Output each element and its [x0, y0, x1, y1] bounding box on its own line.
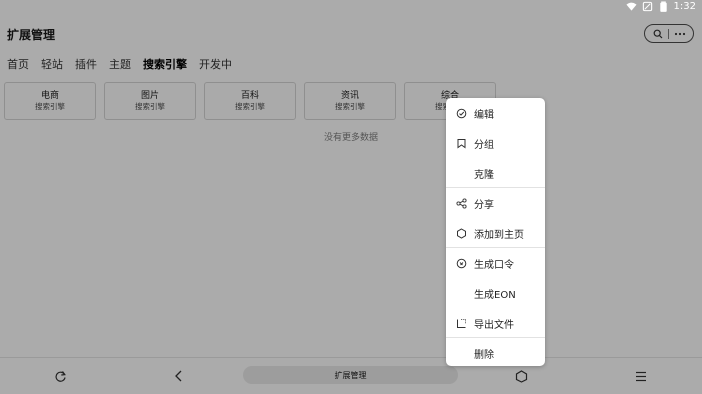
menu-item-edit[interactable]: 编辑 — [446, 98, 545, 128]
wifi-icon — [625, 2, 637, 11]
menu-label: 生成口令 — [474, 259, 514, 271]
menu-label: 编辑 — [474, 109, 494, 121]
address-bar[interactable]: 扩展管理 — [243, 366, 458, 384]
bookmark-icon — [456, 138, 467, 149]
menu-label: 分享 — [474, 199, 494, 211]
bottom-toolbar: 扩展管理 — [0, 358, 702, 394]
engine-card-list: 电商 搜索引擎 图片 搜索引擎 百科 搜索引擎 资讯 搜索引擎 综合 搜索引擎 — [4, 82, 496, 120]
card-title: 资讯 — [340, 91, 359, 101]
tab-home[interactable]: 首页 — [7, 56, 29, 72]
engine-card[interactable]: 图片 搜索引擎 — [104, 82, 196, 120]
engine-card[interactable]: 电商 搜索引擎 — [4, 82, 96, 120]
hexagon-icon — [456, 227, 467, 239]
status-bar: 1:32 — [0, 0, 702, 16]
menu-label: 分组 — [474, 139, 494, 151]
menu-item-generate-eon[interactable]: 生成EON — [446, 278, 545, 308]
tab-search-engines[interactable]: 搜索引擎 — [143, 56, 187, 72]
search-button[interactable] — [651, 27, 665, 41]
menu-label: 导出文件 — [474, 319, 514, 331]
menu-label: 克隆 — [474, 169, 494, 181]
menu-item-share[interactable]: 分享 — [446, 188, 545, 218]
back-button[interactable] — [170, 367, 188, 385]
edit-icon — [456, 108, 467, 119]
menu-label: 删除 — [474, 349, 494, 361]
hamburger-icon — [636, 371, 646, 381]
menu-item-clone[interactable]: 克隆 — [446, 158, 545, 188]
tab-themes[interactable]: 主题 — [109, 56, 131, 72]
battery-icon — [659, 1, 667, 12]
pill-divider — [668, 28, 670, 39]
link-circle-icon — [456, 258, 467, 269]
context-menu: 编辑 分组 克隆 分享 添加到主页 生成口令 生成EON 导出文件 删除 — [446, 98, 545, 366]
tab-plugins[interactable]: 插件 — [75, 56, 97, 72]
tab-light-site[interactable]: 轻站 — [41, 56, 63, 72]
sim-icon — [642, 1, 652, 12]
menu-item-add-to-home[interactable]: 添加到主页 — [446, 218, 545, 248]
header-actions — [644, 24, 694, 43]
back-icon — [175, 370, 182, 382]
menu-label: 添加到主页 — [474, 229, 524, 241]
share-icon — [456, 197, 467, 209]
home-button[interactable] — [512, 367, 530, 385]
menu-item-generate-token[interactable]: 生成口令 — [446, 248, 545, 278]
no-more-data-text: 没有更多数据 — [323, 133, 378, 143]
status-right: 1:32 — [625, 1, 696, 12]
refresh-icon — [54, 370, 66, 382]
refresh-button[interactable] — [51, 367, 69, 385]
card-subtitle: 搜索引擎 — [235, 102, 265, 111]
card-title: 百科 — [240, 91, 259, 101]
menu-label: 生成EON — [474, 289, 516, 301]
more-icon — [675, 32, 686, 35]
search-icon — [653, 29, 663, 38]
menu-item-group[interactable]: 分组 — [446, 128, 545, 158]
export-icon — [456, 318, 467, 329]
card-title: 电商 — [40, 91, 59, 101]
engine-card[interactable]: 百科 搜索引擎 — [204, 82, 296, 120]
tab-in-development[interactable]: 开发中 — [199, 56, 232, 72]
menu-button[interactable] — [632, 367, 650, 385]
home-icon — [515, 369, 527, 383]
card-subtitle: 搜索引擎 — [335, 102, 365, 111]
page-title: 扩展管理 — [7, 28, 56, 42]
card-subtitle: 搜索引擎 — [135, 102, 165, 111]
engine-card[interactable]: 资讯 搜索引擎 — [304, 82, 396, 120]
menu-item-export-file[interactable]: 导出文件 — [446, 308, 545, 338]
more-button[interactable] — [673, 27, 687, 41]
card-subtitle: 搜索引擎 — [35, 102, 65, 111]
menu-item-delete[interactable]: 删除 — [446, 338, 545, 368]
status-time: 1:32 — [673, 1, 696, 12]
card-title: 图片 — [140, 91, 159, 101]
tab-bar: 首页 轻站 插件 主题 搜索引擎 开发中 — [7, 56, 244, 72]
